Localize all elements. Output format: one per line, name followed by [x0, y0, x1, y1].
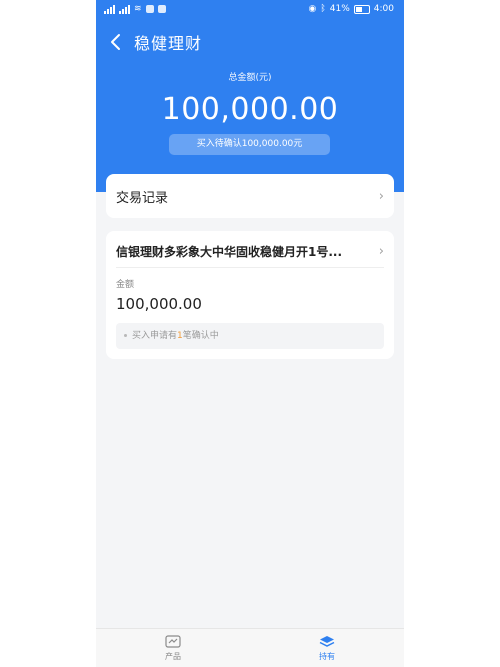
amount-label: 金额 [116, 280, 135, 290]
status-bar: ≋ ◉ ᛒ 41% 4:00 [96, 0, 404, 20]
transaction-records-label: 交易记录 [116, 190, 169, 206]
battery-percent: 41% [329, 4, 350, 14]
chevron-right-icon: › [378, 188, 384, 204]
transaction-records-row[interactable]: 交易记录 › [106, 174, 394, 218]
status-right: ◉ ᛒ 41% 4:00 [309, 4, 395, 14]
clock: 4:00 [373, 4, 394, 14]
tab-holdings[interactable]: 持有 [250, 629, 404, 667]
app-notification-icon-2 [157, 5, 166, 13]
header-banner: ≋ ◉ ᛒ 41% 4:00 稳健理财 总金额(元) 100,000.00 买入… [96, 0, 404, 192]
tab-holdings-label: 持有 [319, 652, 335, 661]
total-amount: 100,000.00 [161, 92, 339, 127]
tab-products[interactable]: 产品 [96, 629, 250, 667]
product-name: 信银理财多彩象大中华固收稳健月开1号... [116, 244, 343, 259]
pending-note: 买入申请有1笔确认中 [116, 323, 384, 349]
amount-value: 100,000.00 [116, 295, 202, 313]
app-notification-icon [145, 5, 154, 13]
divider [116, 267, 384, 268]
pending-confirmation-badge: 买入待确认100,000.00元 [169, 134, 330, 155]
tab-products-label: 产品 [165, 652, 181, 661]
note-suffix: 笔确认中 [182, 331, 219, 341]
page-title: 稳健理财 [134, 34, 203, 53]
bottom-tab-bar: 产品 持有 [96, 628, 404, 667]
product-icon [165, 635, 181, 648]
bullet-dot [124, 334, 127, 337]
signal-icon-2 [119, 4, 130, 14]
phone-screen: ≋ ◉ ᛒ 41% 4:00 稳健理财 总金额(元) 100,000.00 买入… [96, 0, 404, 667]
chevron-right-icon: › [378, 243, 384, 259]
holdings-icon [319, 636, 335, 647]
battery-icon [353, 4, 370, 14]
product-header[interactable]: 信银理财多彩象大中华固收稳健月开1号... › [116, 241, 384, 261]
signal-icon [104, 4, 115, 14]
back-icon[interactable] [108, 33, 124, 51]
note-prefix: 买入申请有 [132, 331, 178, 341]
wifi-icon: ≋ [134, 4, 142, 14]
eye-icon: ◉ [308, 4, 317, 14]
total-amount-label: 总金额(元) [228, 73, 272, 83]
product-card: 信银理财多彩象大中华固收稳健月开1号... › 金额 100,000.00 买入… [106, 231, 394, 359]
status-left: ≋ [104, 4, 166, 14]
bluetooth-icon: ᛒ [320, 4, 326, 14]
